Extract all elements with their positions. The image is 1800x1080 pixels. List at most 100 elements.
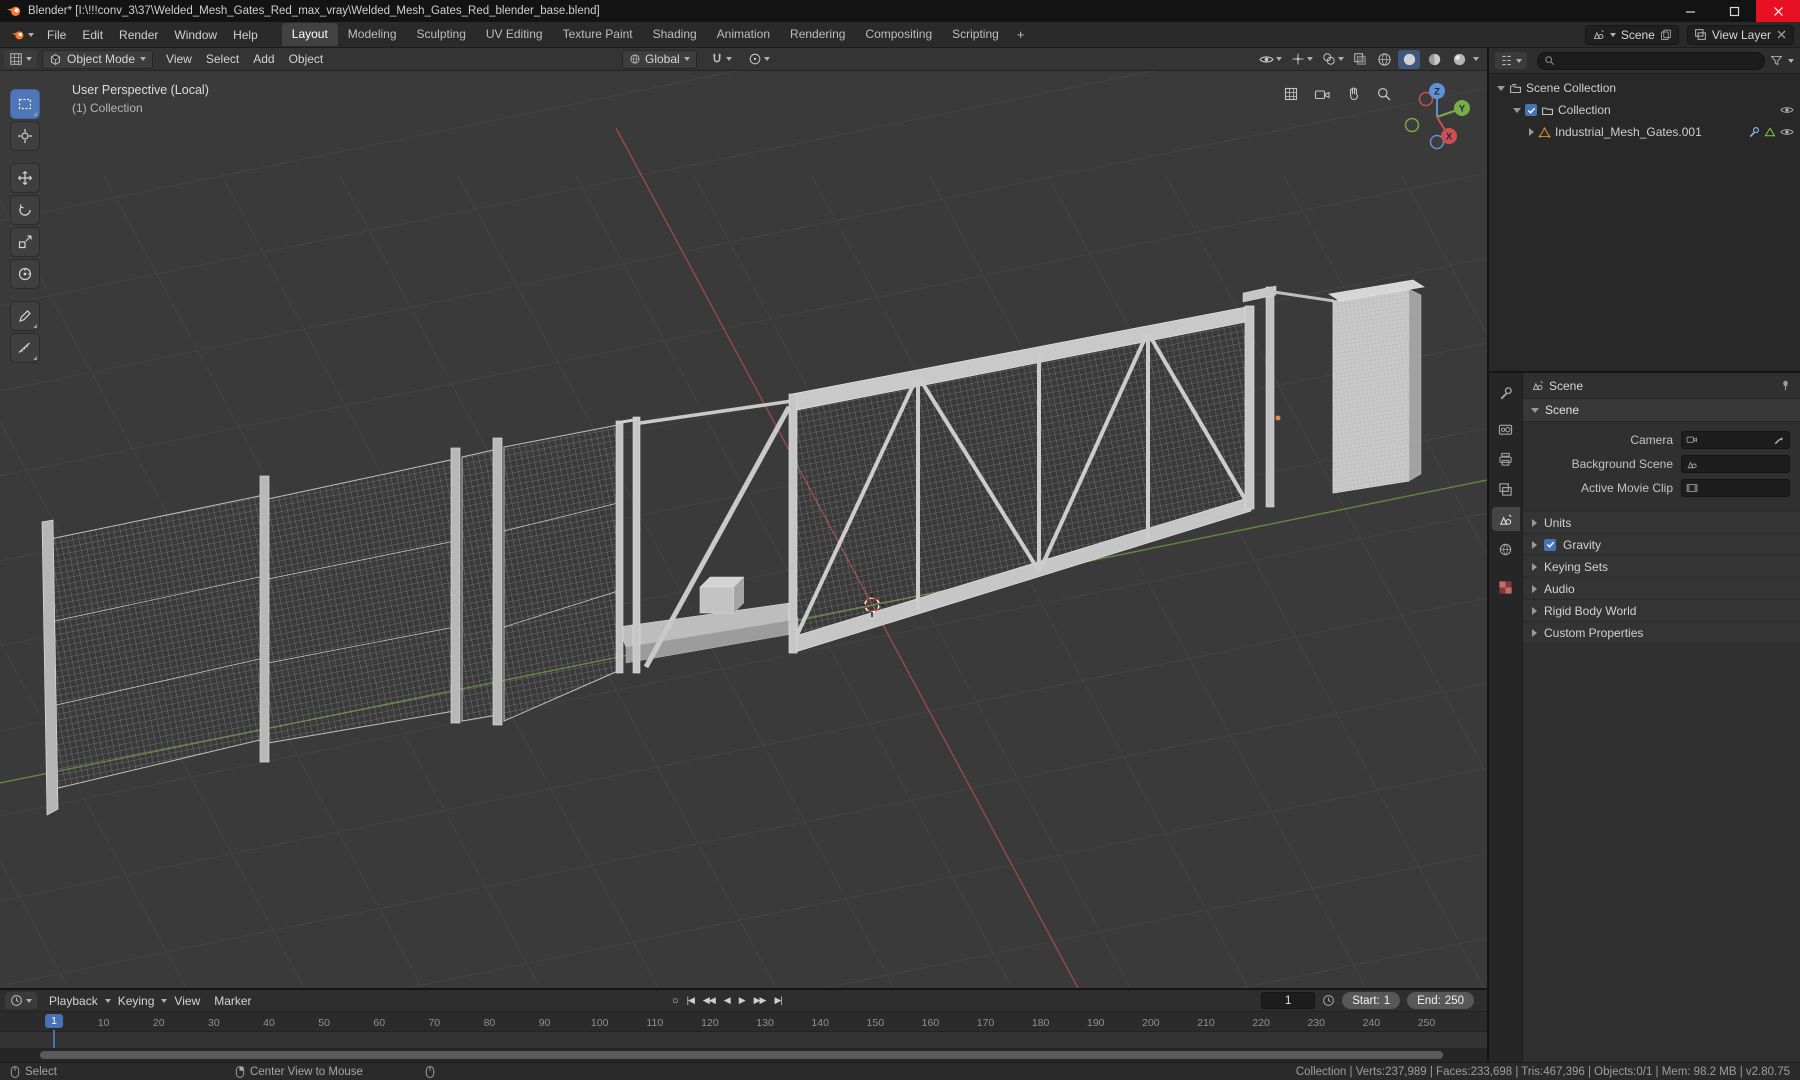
modifier-wrench-icon[interactable]: [1747, 126, 1760, 139]
previous-keyframe-button[interactable]: ◀◀: [703, 995, 716, 1006]
rotate-tool[interactable]: [10, 195, 40, 225]
menu-file[interactable]: File: [39, 28, 74, 42]
play-button[interactable]: ▶: [739, 995, 746, 1006]
outliner-row-collection[interactable]: Collection: [1489, 99, 1800, 121]
collection-checkbox[interactable]: [1525, 104, 1537, 116]
end-frame-field[interactable]: End: 250: [1407, 992, 1474, 1009]
background-scene-field[interactable]: [1681, 454, 1790, 473]
menu-object[interactable]: Object: [282, 52, 331, 66]
scene-panel-header[interactable]: Scene: [1523, 399, 1800, 422]
workspace-tab-modeling[interactable]: Modeling: [338, 23, 407, 46]
move-view-button[interactable]: [1342, 83, 1364, 105]
transform-orientation-dropdown[interactable]: Global: [622, 49, 697, 69]
tab-world[interactable]: [1492, 537, 1520, 561]
cursor-tool[interactable]: [10, 121, 40, 151]
tab-view-layer[interactable]: [1492, 477, 1520, 501]
current-frame-field[interactable]: 1: [1261, 992, 1316, 1009]
shading-rendered-button[interactable]: [1448, 50, 1470, 69]
panel-gravity[interactable]: Gravity: [1523, 534, 1800, 556]
mode-dropdown[interactable]: Object Mode: [42, 49, 154, 69]
workspace-tab-texture-paint[interactable]: Texture Paint: [553, 23, 643, 46]
eyedropper-icon[interactable]: [1773, 434, 1785, 446]
timeline-scrollbar[interactable]: [40, 1051, 1443, 1059]
measure-tool[interactable]: [10, 333, 40, 363]
workspace-tab-layout[interactable]: Layout: [281, 23, 338, 46]
play-reverse-button[interactable]: ◀: [724, 995, 731, 1006]
workspace-tab-animation[interactable]: Animation: [707, 23, 780, 46]
menu-help[interactable]: Help: [225, 28, 266, 42]
scale-tool[interactable]: [10, 227, 40, 257]
camera-field[interactable]: [1681, 430, 1790, 449]
move-tool[interactable]: [10, 163, 40, 193]
start-frame-field[interactable]: Start: 1: [1342, 992, 1401, 1009]
outliner-editor-type-button[interactable]: [1495, 52, 1527, 69]
panel-audio[interactable]: Audio: [1523, 578, 1800, 600]
panel-keying-sets[interactable]: Keying Sets: [1523, 556, 1800, 578]
auto-keying-toggle[interactable]: ○: [672, 995, 679, 1007]
menu-playback[interactable]: Playback: [42, 994, 105, 1008]
select-box-tool[interactable]: [10, 89, 40, 119]
timeline-editor-type-button[interactable]: [5, 992, 37, 1009]
menu-marker[interactable]: Marker: [207, 994, 258, 1008]
workspace-tab-compositing[interactable]: Compositing: [855, 23, 942, 46]
hide-in-viewport-eye-icon[interactable]: [1780, 126, 1794, 138]
gizmos-dropdown[interactable]: [1288, 51, 1316, 67]
menu-select[interactable]: Select: [199, 52, 246, 66]
mesh-data-icon[interactable]: [1764, 126, 1776, 138]
menu-render[interactable]: Render: [111, 28, 166, 42]
shading-dropdown-icon[interactable]: [1473, 57, 1479, 61]
view-layer-selector[interactable]: View Layer: [1686, 24, 1794, 45]
zoom-view-button[interactable]: [1373, 83, 1395, 105]
outliner-row-industrial-mesh-gates[interactable]: Industrial_Mesh_Gates.001: [1489, 121, 1800, 143]
maximize-button[interactable]: [1712, 0, 1756, 22]
editor-type-button[interactable]: [4, 50, 37, 68]
xray-toggle[interactable]: [1350, 51, 1370, 67]
timeline-ruler[interactable]: 1102030405060708090100110120130140150160…: [0, 1012, 1487, 1032]
filter-icon[interactable]: [1770, 54, 1783, 67]
menu-window[interactable]: Window: [166, 28, 225, 42]
panel-units[interactable]: Units: [1523, 512, 1800, 534]
remove-view-layer-icon[interactable]: [1776, 29, 1787, 40]
gravity-checkbox[interactable]: [1544, 538, 1556, 551]
pin-icon[interactable]: [1779, 379, 1792, 392]
shading-solid-button[interactable]: [1398, 49, 1420, 69]
outliner-search-field[interactable]: [1537, 51, 1765, 70]
current-frame-indicator[interactable]: 1: [45, 1014, 63, 1028]
menu-add[interactable]: Add: [246, 52, 281, 66]
menu-edit[interactable]: Edit: [74, 28, 111, 42]
workspace-tab-sculpting[interactable]: Sculpting: [407, 23, 476, 46]
add-workspace-button[interactable]: +: [1009, 27, 1033, 42]
next-keyframe-button[interactable]: ▶▶: [754, 995, 767, 1006]
shading-wireframe-button[interactable]: [1373, 50, 1395, 69]
chevron-down-icon[interactable]: [1788, 58, 1794, 63]
disclosure-icon[interactable]: [1513, 107, 1521, 113]
jump-to-end-button[interactable]: ▶|: [774, 995, 782, 1006]
workspace-tab-scripting[interactable]: Scripting: [942, 23, 1009, 46]
timeline-body[interactable]: 1102030405060708090100110120130140150160…: [0, 1012, 1487, 1062]
menu-keying[interactable]: Keying: [111, 994, 162, 1008]
orthographic-toggle-button[interactable]: [1280, 83, 1302, 105]
menu-view[interactable]: View: [159, 52, 199, 66]
blender-app-menu[interactable]: [6, 28, 39, 42]
object-visibility-dropdown[interactable]: [1256, 52, 1285, 67]
workspace-tab-shading[interactable]: Shading: [643, 23, 707, 46]
outliner-row-scene-collection[interactable]: Scene Collection: [1489, 77, 1800, 99]
snap-toggle[interactable]: [707, 51, 735, 67]
scene-selector[interactable]: Scene: [1584, 24, 1679, 45]
shading-material-button[interactable]: [1423, 50, 1445, 69]
disclosure-icon[interactable]: [1529, 128, 1534, 136]
active-movie-clip-field[interactable]: [1681, 478, 1790, 497]
workspace-tab-uv-editing[interactable]: UV Editing: [476, 23, 553, 46]
annotate-tool[interactable]: [10, 301, 40, 331]
preview-range-icon[interactable]: [1322, 994, 1335, 1007]
tab-render[interactable]: [1492, 417, 1520, 441]
timeline-scrollbar-track[interactable]: [0, 1048, 1487, 1062]
tab-texture[interactable]: [1492, 575, 1520, 599]
overlays-dropdown[interactable]: [1319, 51, 1347, 67]
disclosure-icon[interactable]: [1497, 85, 1505, 91]
hide-in-viewport-eye-icon[interactable]: [1780, 104, 1794, 116]
proportional-editing-toggle[interactable]: [745, 51, 773, 67]
camera-view-button[interactable]: [1311, 83, 1333, 105]
navigation-gizmo[interactable]: Z Y X: [1399, 79, 1475, 155]
workspace-tab-rendering[interactable]: Rendering: [780, 23, 855, 46]
